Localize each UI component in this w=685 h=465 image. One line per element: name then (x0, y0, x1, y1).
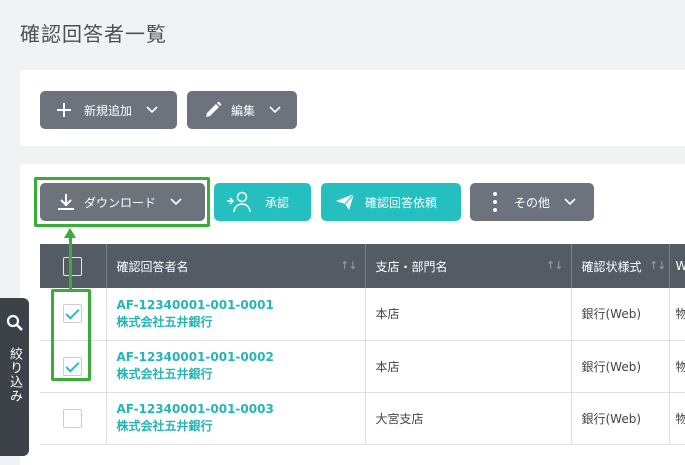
row-select-cell (40, 392, 107, 445)
branch-cell: 大宮支店 (365, 392, 572, 445)
format-cell: 銀行(Web) (571, 288, 670, 341)
approve-button[interactable]: 承認 (214, 183, 311, 221)
search-icon (6, 314, 23, 335)
extra-cell: 物 (669, 392, 685, 445)
row-select-cell (40, 340, 107, 393)
download-icon (56, 192, 76, 212)
filter-label: 絞り込み (7, 347, 22, 403)
column-header-extra[interactable]: W (669, 244, 685, 288)
column-header-label: 確認状様式 (581, 259, 642, 274)
column-header-branch[interactable]: 支店・部門名 ↑↓ (365, 244, 572, 288)
respondent-code-link[interactable]: AF-12340001-001-0003 (117, 401, 355, 418)
approve-label: 承認 (265, 195, 290, 210)
branch-cell: 本店 (365, 288, 572, 341)
edit-label: 編集 (231, 103, 256, 118)
sort-icon[interactable]: ↑↓ (649, 259, 666, 272)
column-header-label: W (675, 259, 685, 273)
table-header-row: 確認回答者名 ↑↓ 支店・部門名 ↑↓ 確認状様式 ↑↓ W (40, 244, 685, 288)
format-cell: 銀行(Web) (571, 340, 670, 393)
respondent-bank-link[interactable]: 株式会社五井銀行 (117, 418, 355, 435)
sort-icon[interactable]: ↑↓ (340, 259, 357, 272)
table-row[interactable]: AF-12340001-001-0002 株式会社五井銀行 本店 銀行(Web)… (40, 340, 685, 393)
other-button[interactable]: その他 (470, 183, 594, 221)
add-new-label: 新規追加 (84, 103, 133, 118)
highlight-arrow-line (69, 237, 72, 290)
row-checkbox[interactable] (63, 356, 83, 376)
chevron-down-icon (170, 198, 182, 206)
paper-plane-icon (335, 193, 355, 211)
respondent-cell: AF-12340001-001-0003 株式会社五井銀行 (106, 392, 366, 445)
column-header-label: 支店・部門名 (375, 259, 448, 274)
branch-cell: 本店 (365, 340, 572, 393)
row-checkbox[interactable] (63, 304, 83, 324)
download-label: ダウンロード (84, 195, 157, 210)
column-header-label: 確認回答者名 (116, 259, 189, 274)
respondent-bank-link[interactable]: 株式会社五井銀行 (117, 366, 355, 383)
table-row[interactable]: AF-12340001-001-0003 株式会社五井銀行 大宮支店 銀行(We… (40, 392, 685, 445)
user-check-icon (226, 191, 252, 213)
edit-button[interactable]: 編集 (187, 91, 297, 129)
select-all-cell (40, 244, 107, 288)
respondent-code-link[interactable]: AF-12340001-001-0001 (117, 297, 355, 314)
download-button[interactable]: ダウンロード (40, 183, 205, 221)
respondent-code-link[interactable]: AF-12340001-001-0002 (117, 349, 355, 366)
chevron-down-icon (146, 106, 158, 114)
arrow-up-icon (64, 228, 76, 238)
request-confirmation-button[interactable]: 確認回答依頼 (321, 183, 461, 221)
request-confirmation-label: 確認回答依頼 (365, 195, 438, 210)
other-label: その他 (514, 195, 551, 210)
format-cell: 銀行(Web) (571, 392, 670, 445)
respondent-cell: AF-12340001-001-0002 株式会社五井銀行 (106, 340, 366, 393)
row-checkbox[interactable] (63, 408, 83, 428)
respondent-table: 確認回答者名 ↑↓ 支店・部門名 ↑↓ 確認状様式 ↑↓ W AF-123400… (40, 244, 685, 445)
filter-side-tab[interactable]: 絞り込み (0, 298, 29, 456)
select-all-checkbox[interactable] (63, 256, 83, 276)
column-header-format[interactable]: 確認状様式 ↑↓ (571, 244, 670, 288)
extra-cell: 物 (669, 340, 685, 393)
pencil-icon (203, 100, 223, 120)
table-row[interactable]: AF-12340001-001-0001 株式会社五井銀行 本店 銀行(Web)… (40, 288, 685, 341)
page-title: 確認回答者一覧 (20, 22, 167, 46)
plus-icon (56, 102, 72, 118)
extra-cell: 物 (669, 288, 685, 341)
sort-icon[interactable]: ↑↓ (546, 259, 563, 272)
chevron-down-icon (564, 198, 576, 206)
row-select-cell (40, 288, 107, 341)
more-vertical-icon (492, 191, 498, 213)
add-new-button[interactable]: 新規追加 (40, 91, 177, 129)
chevron-down-icon (269, 106, 281, 114)
column-header-respondent[interactable]: 確認回答者名 ↑↓ (106, 244, 366, 288)
respondent-bank-link[interactable]: 株式会社五井銀行 (117, 314, 355, 331)
respondent-cell: AF-12340001-001-0001 株式会社五井銀行 (106, 288, 366, 341)
